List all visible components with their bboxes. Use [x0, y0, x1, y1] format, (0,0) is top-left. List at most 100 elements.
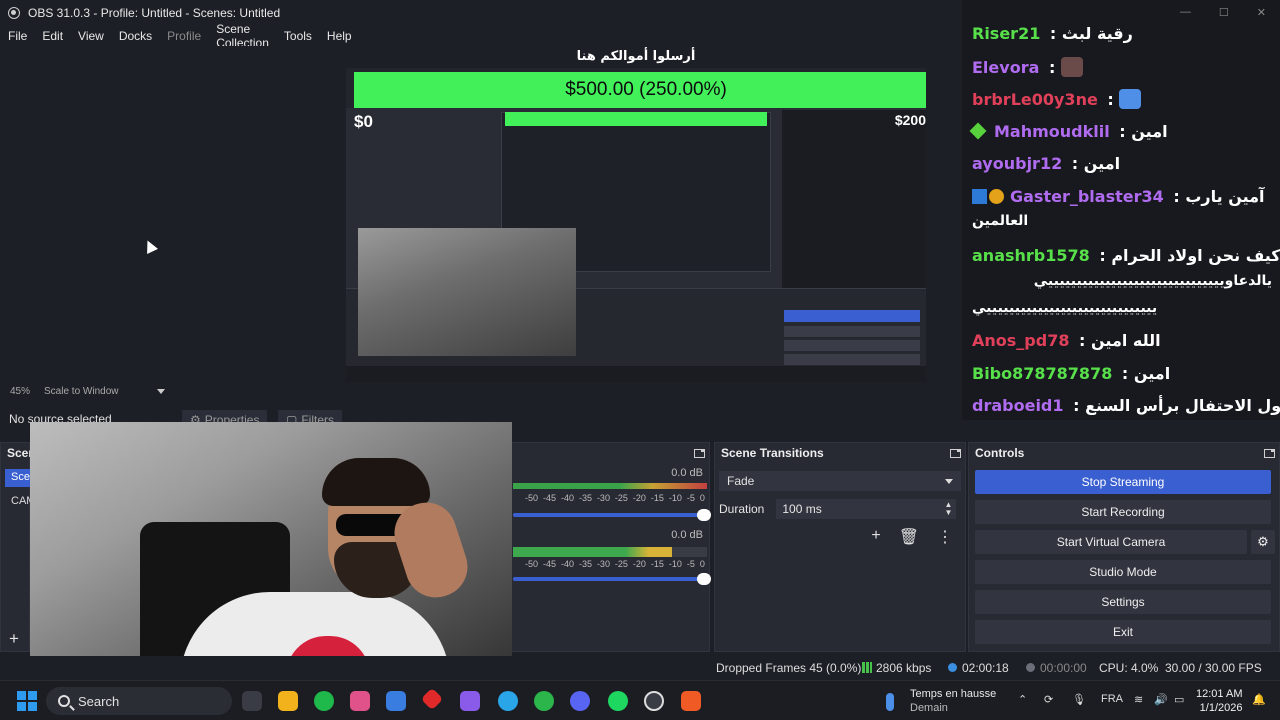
windows-start-icon[interactable] [17, 691, 37, 711]
chat-user: anashrb1578 [972, 246, 1090, 265]
maximize-icon[interactable]: ☐ [1219, 6, 1229, 19]
wifi-icon[interactable]: ≋ [1134, 693, 1143, 706]
stream-canvas[interactable]: أرسلوا أموالكم هنا $500.00 (250.00%) $0 … [346, 46, 926, 382]
notification-icon[interactable]: 🔔 [1252, 693, 1266, 706]
discord-icon[interactable] [570, 691, 590, 711]
minimize-icon[interactable]: — [1180, 6, 1191, 19]
weather-widget[interactable]: Temps en hausse Demain [910, 687, 996, 715]
clock[interactable]: 12:01 AM 1/1/2026 [1196, 687, 1242, 715]
task-view-icon[interactable] [242, 691, 262, 711]
close-icon[interactable]: ✕ [1257, 6, 1266, 19]
store-icon[interactable] [386, 691, 406, 711]
chat-text: الله امين [1091, 331, 1161, 350]
audio-meter-1 [513, 483, 707, 489]
weather-sub: Demain [910, 702, 948, 714]
chat-text: واتفاك كيف نحن اولاد الحرام [1111, 246, 1280, 265]
start-virtual-camera-button[interactable]: Start Virtual Camera [975, 530, 1247, 554]
brave-icon[interactable] [681, 691, 701, 711]
microphone-icon[interactable]: 🎙 [1072, 693, 1086, 706]
controls-dock: Controls Stop Streaming Start Recording … [968, 442, 1280, 652]
window-controls: — ☐ ✕ [1180, 6, 1266, 19]
spotify-icon[interactable] [608, 691, 628, 711]
scenes-dock: Scenes Scene CAM + [0, 442, 49, 652]
duration-row: Duration 100 ms ▲ ▼ [719, 499, 957, 519]
transition-select[interactable]: Fade [719, 471, 961, 491]
audio-mixer-dock: 0.0 dB -50 -45 -40 -35 -30 -25 -20 -15 -… [510, 442, 711, 652]
nested-goal-bar [505, 112, 767, 126]
chat-message: brbrLe00y3ne : [972, 89, 1272, 109]
exit-button[interactable]: Exit [975, 620, 1271, 644]
goal-min-label: $0 [354, 112, 373, 131]
add-scene-button[interactable]: + [9, 629, 19, 649]
tick: 0 [699, 493, 705, 503]
xbox-icon[interactable] [314, 691, 334, 711]
duration-input[interactable]: 100 ms ▲ ▼ [776, 499, 957, 519]
browser-icon[interactable] [498, 691, 518, 711]
spinner-icon[interactable]: ▲ ▼ [944, 501, 952, 517]
fader-knob[interactable] [697, 509, 711, 521]
language-indicator[interactable]: FRA [1101, 693, 1123, 705]
fps-status: 30.00 / 30.00 FPS [1165, 661, 1262, 675]
studio-mode-button[interactable]: Studio Mode [975, 560, 1271, 584]
volume-fader-2[interactable] [513, 573, 711, 585]
menu-help[interactable]: Help [327, 29, 352, 43]
trash-icon[interactable]: 🗑 [899, 527, 919, 547]
nested-taskbar [346, 366, 926, 382]
undock-icon[interactable] [694, 448, 705, 458]
chat-wrap: العالمين [972, 213, 1029, 229]
webcam-hair [322, 458, 430, 506]
title-bar: OBS 31.0.3 - Profile: Untitled - Scenes:… [0, 0, 960, 26]
copilot-icon[interactable] [350, 691, 370, 711]
menu-tools[interactable]: Tools [284, 29, 312, 43]
tick: -5 [686, 493, 695, 503]
clock-date: 1/1/2026 [1199, 702, 1243, 714]
more-icon[interactable]: ⋮ [937, 527, 953, 547]
taskbar-search[interactable]: Search [46, 687, 232, 715]
twitch-icon[interactable] [460, 691, 480, 711]
record-time-value: 00:00:00 [1040, 661, 1087, 675]
badge-icon [972, 189, 987, 204]
file-explorer-icon[interactable] [278, 691, 298, 711]
clock-time: 12:01 AM [1196, 688, 1243, 700]
obs-icon[interactable] [644, 691, 664, 711]
sync-icon[interactable]: ⟳ [1044, 693, 1053, 706]
tray-chevron-icon[interactable]: ⌃ [1018, 693, 1027, 706]
add-icon[interactable]: + [871, 527, 880, 547]
fader-knob[interactable] [697, 573, 711, 585]
chat-message: Mahmoudklil : امين [969, 122, 1272, 141]
menu-file[interactable]: File [8, 29, 27, 43]
emote-icon [1060, 57, 1083, 77]
app-icon[interactable] [420, 687, 444, 711]
chat-text: امين [1133, 364, 1171, 383]
preview-area[interactable]: أرسلوا أموالكم هنا $500.00 (250.00%) $0 … [0, 46, 960, 382]
undock-icon[interactable] [950, 448, 961, 458]
volume-icon[interactable]: 🔊 [1154, 693, 1168, 706]
preview-scale-bar: 45% Scale to Window [0, 382, 960, 400]
volume-fader-1[interactable] [513, 509, 711, 521]
stream-time-value: 02:00:18 [962, 661, 1009, 675]
menu-view[interactable]: View [78, 29, 104, 43]
app-icon[interactable] [534, 691, 554, 711]
scenes-dock-header: Scenes [1, 443, 49, 463]
battery-icon[interactable]: ▭ [1174, 693, 1184, 706]
menu-docks[interactable]: Docks [119, 29, 152, 43]
undock-icon[interactable] [1264, 448, 1275, 458]
scene-item-scene[interactable]: Scene [5, 469, 31, 487]
tick: -10 [668, 493, 682, 503]
scale-mode-select[interactable]: Scale to Window [44, 386, 118, 397]
stream-time: 02:00:18 [948, 661, 1009, 675]
record-icon [1026, 663, 1035, 672]
menu-profile[interactable]: Profile [167, 29, 201, 43]
status-bar: Dropped Frames 45 (0.0%) 2806 kbps 02:00… [0, 656, 1280, 680]
transition-tools: + 🗑 ⋮ [871, 527, 953, 547]
menu-edit[interactable]: Edit [42, 29, 63, 43]
chat-user: Bibo878787878 [972, 364, 1113, 383]
start-recording-button[interactable]: Start Recording [975, 500, 1271, 524]
donation-goal-bar: $500.00 (250.00%) [354, 72, 926, 108]
menu-bar: File Edit View Docks Profile Scene Colle… [0, 22, 352, 50]
virtual-camera-settings-gear-icon[interactable]: ⚙ [1251, 530, 1275, 554]
nested-button [784, 326, 920, 337]
stop-streaming-button[interactable]: Stop Streaming [975, 470, 1271, 494]
chevron-down-icon[interactable] [156, 388, 165, 394]
settings-button[interactable]: Settings [975, 590, 1271, 614]
